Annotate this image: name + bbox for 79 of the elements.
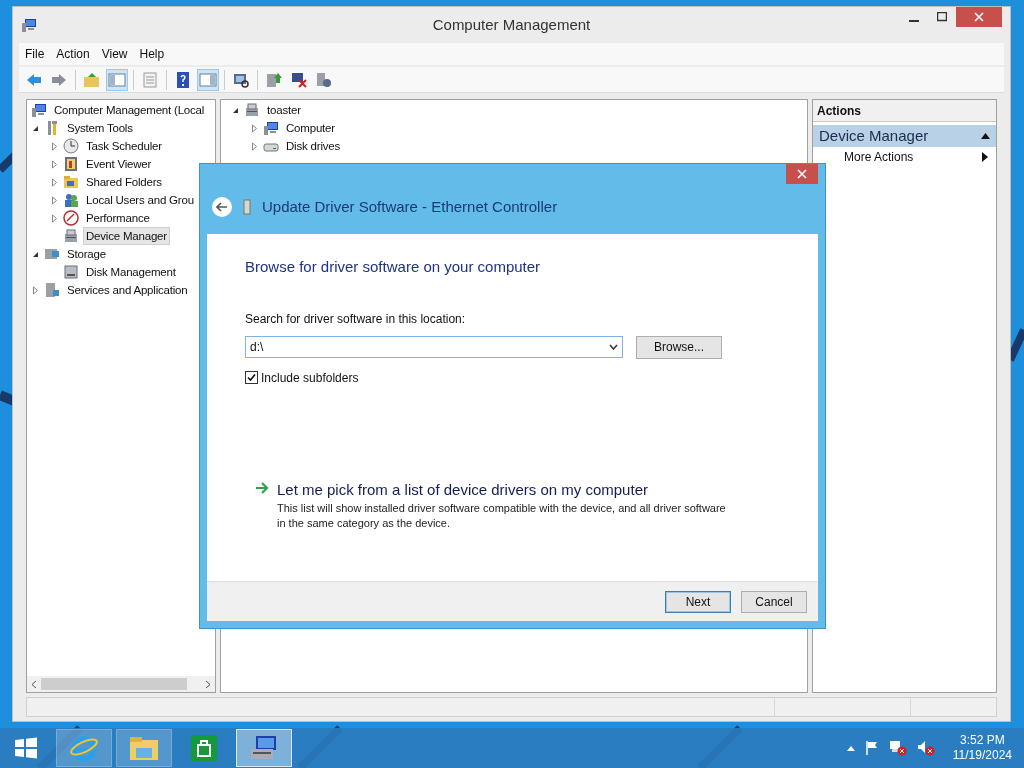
tree-item[interactable]: Disk Management (83, 263, 179, 281)
checkbox[interactable] (245, 371, 258, 384)
next-button[interactable]: Next (665, 590, 731, 613)
dropdown-caret-icon[interactable] (609, 344, 618, 350)
menu-item[interactable]: File (19, 45, 51, 63)
collapsed-arrow-icon[interactable] (250, 123, 259, 133)
dialog-title: Update Driver Software - Ethernet Controller (262, 196, 558, 217)
tree-item[interactable]: Shared Folders (83, 173, 165, 191)
close-icon (974, 12, 984, 22)
tree-item[interactable]: Local Users and Grou (83, 191, 197, 209)
computer-icon (31, 102, 47, 118)
device-manager-icon (244, 102, 260, 118)
taskbar-app-button[interactable] (236, 729, 292, 767)
tree-item[interactable]: Event Viewer (83, 155, 155, 173)
horizontal-scrollbar[interactable] (27, 676, 215, 692)
tree-item[interactable]: Computer (283, 119, 338, 137)
pick-driver-link[interactable]: Let me pick from a list of device drivers on my computer (277, 478, 727, 501)
collapse-caret-icon[interactable] (981, 133, 990, 139)
collapsed-arrow-icon[interactable] (50, 213, 59, 223)
menu-item[interactable]: Help (133, 45, 171, 63)
shared-folder-icon (63, 174, 79, 190)
arrow-icon (255, 481, 269, 494)
back-arrow-icon (216, 202, 228, 212)
maximize-icon (937, 12, 947, 22)
close-icon (797, 169, 807, 179)
checkbox-label: Include subfolders (261, 369, 359, 387)
collapsed-arrow-icon[interactable] (50, 141, 59, 151)
location-label: Search for driver software in this location: (245, 310, 467, 328)
collapsed-arrow-icon[interactable] (250, 141, 259, 151)
actions-header: Actions (813, 100, 996, 122)
browse-button[interactable]: Browse... (636, 335, 722, 359)
minimize-icon (909, 19, 919, 22)
folder-icon (128, 734, 160, 762)
clock-time[interactable]: 3:52 PM (960, 733, 1005, 748)
back-button[interactable] (212, 197, 232, 217)
clock-icon (63, 138, 79, 154)
performance-gauge-icon (63, 210, 79, 226)
tree-item[interactable]: Task Scheduler (83, 137, 165, 155)
actions-section-header[interactable]: Device Manager (813, 125, 996, 147)
left-pane-icon[interactable] (106, 68, 128, 91)
menu-item[interactable]: Action (50, 45, 96, 63)
collapsed-arrow-icon[interactable] (50, 159, 59, 169)
tree-item[interactable]: Services and Application (64, 281, 191, 299)
users-icon (63, 192, 79, 208)
close-button[interactable] (786, 164, 818, 184)
tree-item[interactable]: Disk drives (283, 137, 344, 155)
flag-icon[interactable] (864, 740, 879, 756)
cancel-button[interactable]: Cancel (741, 590, 807, 613)
scroll-left-icon[interactable] (31, 679, 37, 689)
services-icon (44, 282, 60, 298)
windows-logo-icon (14, 736, 38, 760)
device-manager-icon (63, 228, 79, 244)
collapsed-arrow-icon[interactable] (31, 285, 40, 295)
device-icon (242, 199, 252, 215)
window-title: Computer Management (432, 14, 591, 35)
tree-item[interactable]: Device Manager (83, 227, 170, 245)
collapsed-arrow-icon[interactable] (50, 195, 59, 205)
tree-item[interactable]: toaster (264, 101, 304, 119)
dialog-heading: Browse for driver software on your computer (245, 257, 542, 277)
computer-icon (21, 17, 37, 33)
tree-item[interactable]: Storage (64, 245, 109, 263)
menu-item[interactable]: View (95, 45, 134, 63)
collapsed-arrow-icon[interactable] (50, 177, 59, 187)
tree-item[interactable]: Computer Management (Local (51, 101, 208, 119)
link-description: This list will show installed driver software compatible with the device, and all driver software in the same category as the device. (277, 501, 727, 531)
tree-item[interactable]: System Tools (64, 119, 136, 137)
storage-icon (44, 246, 60, 262)
submenu-arrow-icon (982, 152, 988, 162)
scroll-right-icon[interactable] (205, 679, 211, 689)
event-log-icon (63, 156, 79, 172)
store-bag-icon (189, 733, 219, 763)
tree-item[interactable]: Performance (83, 209, 153, 227)
speaker-muted-icon[interactable] (916, 740, 935, 756)
more-actions-item[interactable]: More Actions (813, 147, 996, 167)
show-hidden-icons-icon[interactable] (846, 745, 855, 751)
network-error-icon[interactable] (888, 740, 907, 756)
computer-icon (263, 120, 279, 136)
location-combo-box[interactable]: d:\ (245, 336, 623, 358)
clock-date[interactable]: 11/19/2024 (952, 748, 1012, 763)
